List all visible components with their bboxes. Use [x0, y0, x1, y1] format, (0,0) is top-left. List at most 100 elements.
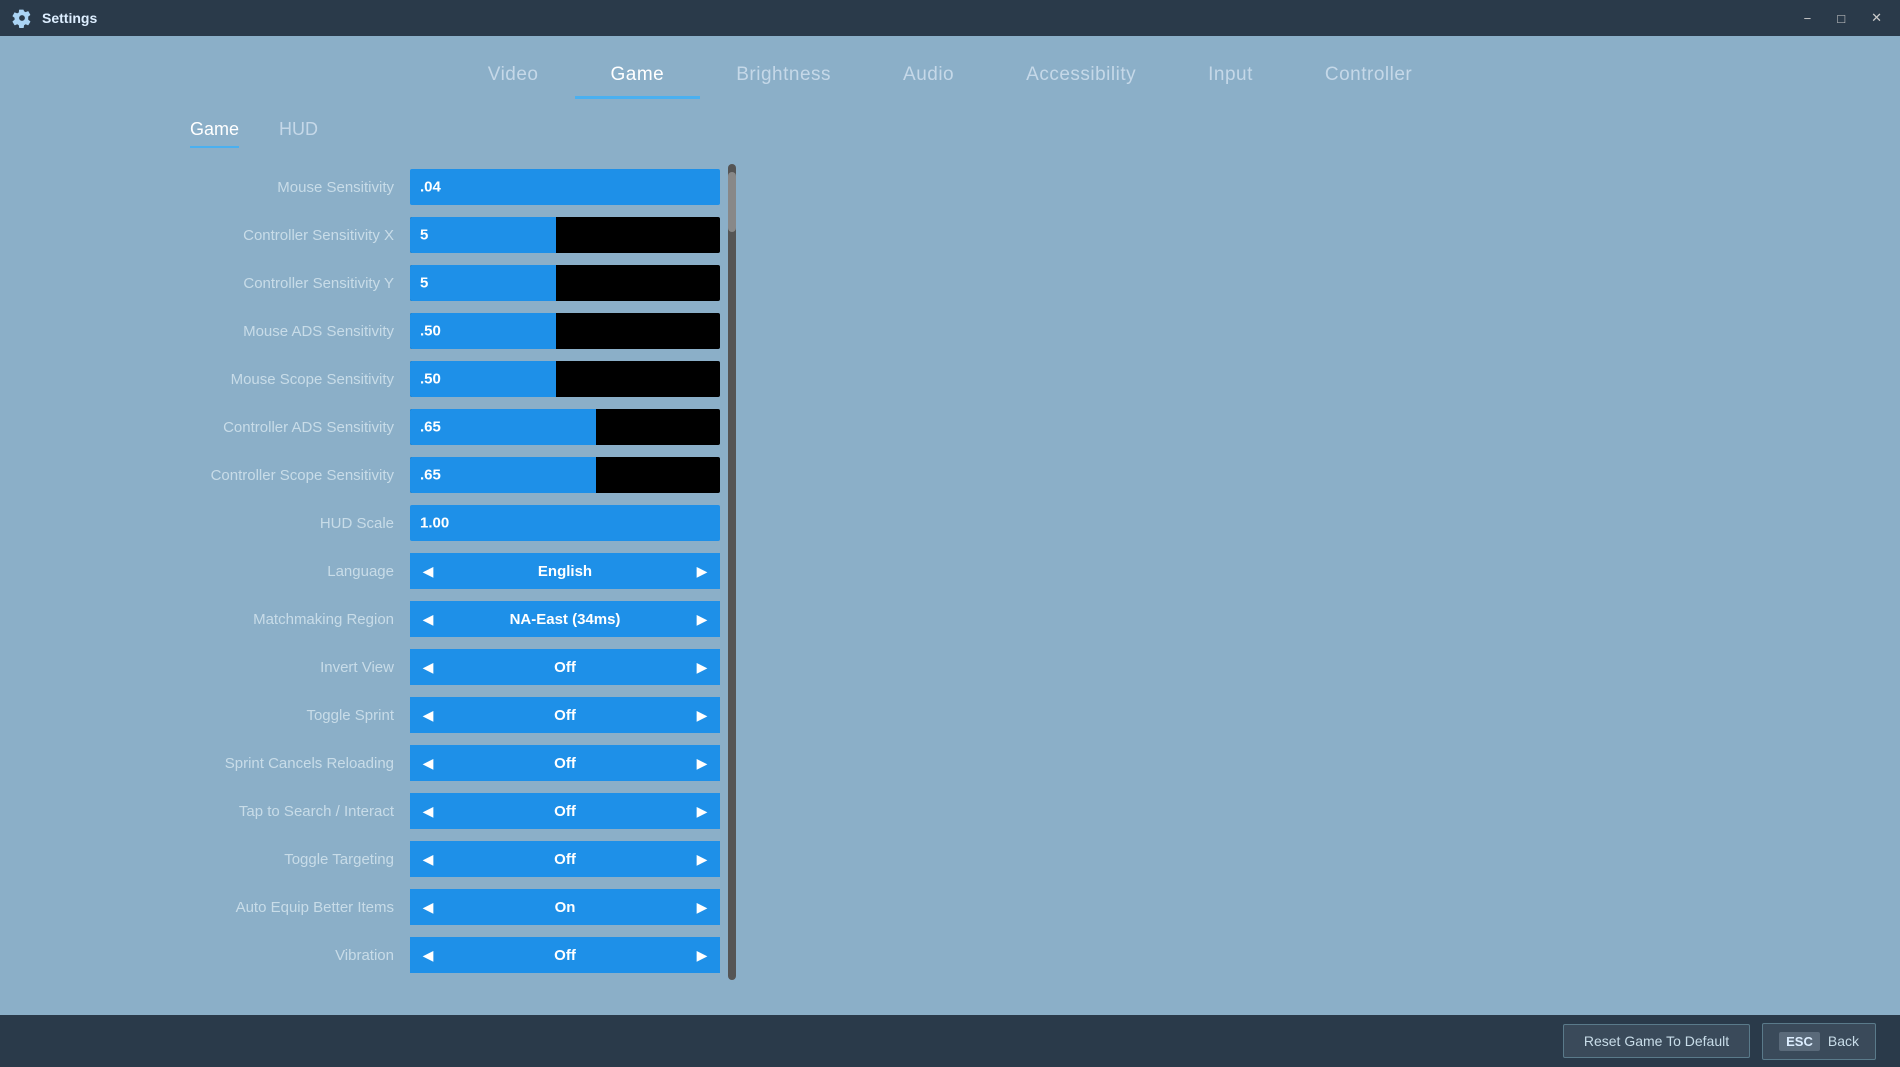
cycle-left-arrow-toggle-targeting[interactable]: ◀ — [410, 841, 446, 877]
cycle-right-arrow-tap-to-search-interact[interactable]: ▶ — [684, 793, 720, 829]
cycle-left-arrow-auto-equip-better-items[interactable]: ◀ — [410, 889, 446, 925]
slider-fill-controller-sensitivity-x — [410, 217, 556, 253]
sub-tabs: Game HUD — [180, 119, 318, 148]
slider-control-hud-scale[interactable]: 1.00 — [410, 505, 720, 541]
cycle-right-arrow-toggle-targeting[interactable]: ▶ — [684, 841, 720, 877]
cycle-left-arrow-language[interactable]: ◀ — [410, 553, 446, 589]
maximize-button[interactable]: □ — [1831, 9, 1851, 28]
setting-label-invert-view: Invert View — [180, 659, 410, 676]
cycle-control-vibration: ◀Off▶ — [410, 937, 720, 973]
setting-label-toggle-targeting: Toggle Targeting — [180, 851, 410, 868]
setting-row-sprint-cancels-reloading: Sprint Cancels Reloading◀Off▶ — [180, 740, 720, 786]
sub-tab-game[interactable]: Game — [190, 119, 239, 148]
setting-label-controller-scope-sensitivity: Controller Scope Sensitivity — [180, 467, 410, 484]
setting-label-auto-equip-better-items: Auto Equip Better Items — [180, 899, 410, 916]
cycle-value-matchmaking-region: NA-East (34ms) — [446, 601, 684, 637]
setting-row-controller-sensitivity-x: Controller Sensitivity X 5 — [180, 212, 720, 258]
cycle-right-arrow-matchmaking-region[interactable]: ▶ — [684, 601, 720, 637]
tab-accessibility[interactable]: Accessibility — [990, 54, 1172, 99]
cycle-right-arrow-sprint-cancels-reloading[interactable]: ▶ — [684, 745, 720, 781]
cycle-control-tap-to-search-interact: ◀Off▶ — [410, 793, 720, 829]
cycle-control-matchmaking-region: ◀NA-East (34ms)▶ — [410, 601, 720, 637]
setting-row-controller-ads-sensitivity: Controller ADS Sensitivity .65 — [180, 404, 720, 450]
setting-row-matchmaking-region: Matchmaking Region◀NA-East (34ms)▶ — [180, 596, 720, 642]
cycle-control-auto-equip-better-items: ◀On▶ — [410, 889, 720, 925]
tab-video[interactable]: Video — [452, 54, 575, 99]
slider-value-controller-ads-sensitivity: .65 — [420, 419, 441, 436]
setting-row-mouse-sensitivity: Mouse Sensitivity .04 — [180, 164, 720, 210]
cycle-left-arrow-vibration[interactable]: ◀ — [410, 937, 446, 973]
slider-value-controller-sensitivity-y: 5 — [420, 275, 428, 292]
cycle-left-arrow-tap-to-search-interact[interactable]: ◀ — [410, 793, 446, 829]
setting-label-tap-to-search-interact: Tap to Search / Interact — [180, 803, 410, 820]
minimize-button[interactable]: − — [1798, 9, 1818, 28]
cycle-right-arrow-vibration[interactable]: ▶ — [684, 937, 720, 973]
cycle-right-arrow-toggle-sprint[interactable]: ▶ — [684, 697, 720, 733]
cycle-left-arrow-toggle-sprint[interactable]: ◀ — [410, 697, 446, 733]
cycle-value-language: English — [446, 553, 684, 589]
content-area: Game HUD Mouse Sensitivity .04 Controller … — [0, 99, 1900, 1067]
setting-row-mouse-scope-sensitivity: Mouse Scope Sensitivity.50 — [180, 356, 720, 402]
tab-audio[interactable]: Audio — [867, 54, 990, 99]
tab-controller[interactable]: Controller — [1289, 54, 1448, 99]
setting-label-controller-sensitivity-y: Controller Sensitivity Y — [180, 275, 410, 292]
tab-input[interactable]: Input — [1172, 54, 1289, 99]
slider-value-controller-sensitivity-x: 5 — [420, 227, 428, 244]
setting-label-controller-ads-sensitivity: Controller ADS Sensitivity — [180, 419, 410, 436]
setting-row-tap-to-search-interact: Tap to Search / Interact◀Off▶ — [180, 788, 720, 834]
cycle-left-arrow-invert-view[interactable]: ◀ — [410, 649, 446, 685]
slider-value-mouse-sensitivity: .04 — [420, 179, 441, 196]
setting-row-toggle-targeting: Toggle Targeting◀Off▶ — [180, 836, 720, 882]
cycle-right-arrow-language[interactable]: ▶ — [684, 553, 720, 589]
tab-game[interactable]: Game — [575, 54, 701, 99]
setting-label-mouse-sensitivity: Mouse Sensitivity — [180, 179, 410, 196]
reset-game-default-button[interactable]: Reset Game To Default — [1563, 1024, 1750, 1058]
setting-label-controller-sensitivity-x: Controller Sensitivity X — [180, 227, 410, 244]
slider-value-hud-scale: 1.00 — [420, 515, 449, 532]
slider-control-mouse-sensitivity[interactable]: .04 — [410, 169, 720, 205]
main-area: Video Game Brightness Audio Accessibilit… — [0, 36, 1900, 1067]
setting-row-controller-sensitivity-y: Controller Sensitivity Y 5 — [180, 260, 720, 306]
cycle-right-arrow-auto-equip-better-items[interactable]: ▶ — [684, 889, 720, 925]
slider-fill-hud-scale — [410, 505, 720, 541]
setting-label-mouse-ads-sensitivity: Mouse ADS Sensitivity — [180, 323, 410, 340]
setting-row-hud-scale: HUD Scale1.00 — [180, 500, 720, 546]
cycle-left-arrow-matchmaking-region[interactable]: ◀ — [410, 601, 446, 637]
cycle-value-tap-to-search-interact: Off — [446, 793, 684, 829]
slider-control-mouse-scope-sensitivity[interactable]: .50 — [410, 361, 720, 397]
sub-tab-hud[interactable]: HUD — [279, 119, 318, 148]
setting-label-sprint-cancels-reloading: Sprint Cancels Reloading — [180, 755, 410, 772]
cycle-value-toggle-sprint: Off — [446, 697, 684, 733]
slider-control-controller-scope-sensitivity[interactable]: .65 — [410, 457, 720, 493]
tab-brightness[interactable]: Brightness — [700, 54, 867, 99]
cycle-control-invert-view: ◀Off▶ — [410, 649, 720, 685]
cycle-control-language: ◀English▶ — [410, 553, 720, 589]
setting-row-vibration: Vibration◀Off▶ — [180, 932, 720, 978]
setting-row-language: Language◀English▶ — [180, 548, 720, 594]
titlebar: Settings − □ ✕ — [0, 0, 1900, 36]
cycle-right-arrow-invert-view[interactable]: ▶ — [684, 649, 720, 685]
setting-row-invert-view: Invert View◀Off▶ — [180, 644, 720, 690]
titlebar-controls: − □ ✕ — [1798, 8, 1888, 28]
settings-panel: Mouse Sensitivity .04 Controller Sensitivi… — [180, 164, 720, 978]
setting-label-toggle-sprint: Toggle Sprint — [180, 707, 410, 724]
back-button[interactable]: ESC Back — [1762, 1023, 1876, 1060]
settings-scroll-wrapper: Mouse Sensitivity .04 Controller Sensitivi… — [180, 164, 740, 980]
setting-row-toggle-sprint: Toggle Sprint◀Off▶ — [180, 692, 720, 738]
close-button[interactable]: ✕ — [1865, 8, 1888, 28]
slider-control-mouse-ads-sensitivity[interactable]: .50 — [410, 313, 720, 349]
scrollbar-thumb[interactable] — [728, 172, 736, 232]
slider-control-controller-sensitivity-y[interactable]: 5 — [410, 265, 720, 301]
setting-label-mouse-scope-sensitivity: Mouse Scope Sensitivity — [180, 371, 410, 388]
slider-control-controller-sensitivity-x[interactable]: 5 — [410, 217, 720, 253]
slider-control-controller-ads-sensitivity[interactable]: .65 — [410, 409, 720, 445]
scrollbar[interactable] — [728, 164, 736, 980]
app-title: Settings — [42, 10, 97, 26]
cycle-value-sprint-cancels-reloading: Off — [446, 745, 684, 781]
setting-label-language: Language — [180, 563, 410, 580]
slider-value-mouse-ads-sensitivity: .50 — [420, 323, 441, 340]
cycle-value-auto-equip-better-items: On — [446, 889, 684, 925]
cycle-left-arrow-sprint-cancels-reloading[interactable]: ◀ — [410, 745, 446, 781]
back-label: Back — [1828, 1033, 1859, 1049]
cycle-control-toggle-targeting: ◀Off▶ — [410, 841, 720, 877]
